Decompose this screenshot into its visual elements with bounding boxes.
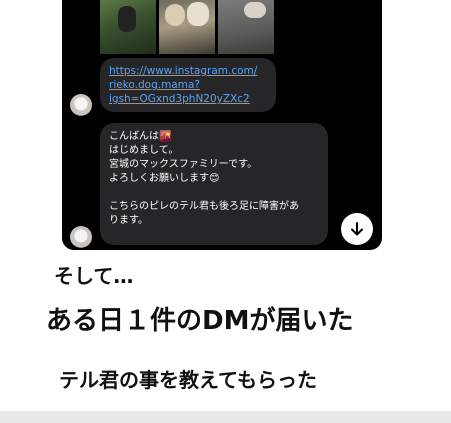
text-message: こんばんは🌇 はじめまして。 宮城のマックスファミリーです。 よろしくお願いしま… [100,123,328,245]
dm-conversation-panel: https://www.instagram.com/ rieko.dog.mam… [62,0,382,250]
photo-thumbnail[interactable] [159,0,215,54]
message-line: 宮城のマックスファミリーです。 [109,159,258,170]
shared-photos[interactable] [100,0,274,54]
link-line: igsh=OGxnd3phN20yZXc2 [109,93,250,105]
message-line: ります。 [109,215,148,226]
photo-thumbnail[interactable] [218,0,274,54]
link-line: rieko.dog.mama? [109,79,200,91]
message-line: よろしくお願いします😊 [109,173,220,184]
photo-thumbnail[interactable] [100,0,156,54]
link-message[interactable]: https://www.instagram.com/ rieko.dog.mam… [100,58,276,112]
sender-avatar[interactable] [70,94,92,116]
caption-headline: ある日１件のDMが届いた [46,306,354,336]
scroll-to-bottom-button[interactable] [341,213,373,245]
message-line: こんばんは🌇 [109,131,172,142]
arrow-down-icon [351,222,363,236]
sender-avatar[interactable] [70,226,92,248]
link-line: https://www.instagram.com/ [109,65,258,77]
message-line: こちらのピレのテル君も後ろ足に障害があ [109,201,299,212]
bottom-bar [0,411,451,423]
message-line: はじめまして。 [109,145,179,156]
caption-line: そして… [54,264,134,288]
caption-line: テル君の事を教えてもらった [59,368,317,392]
